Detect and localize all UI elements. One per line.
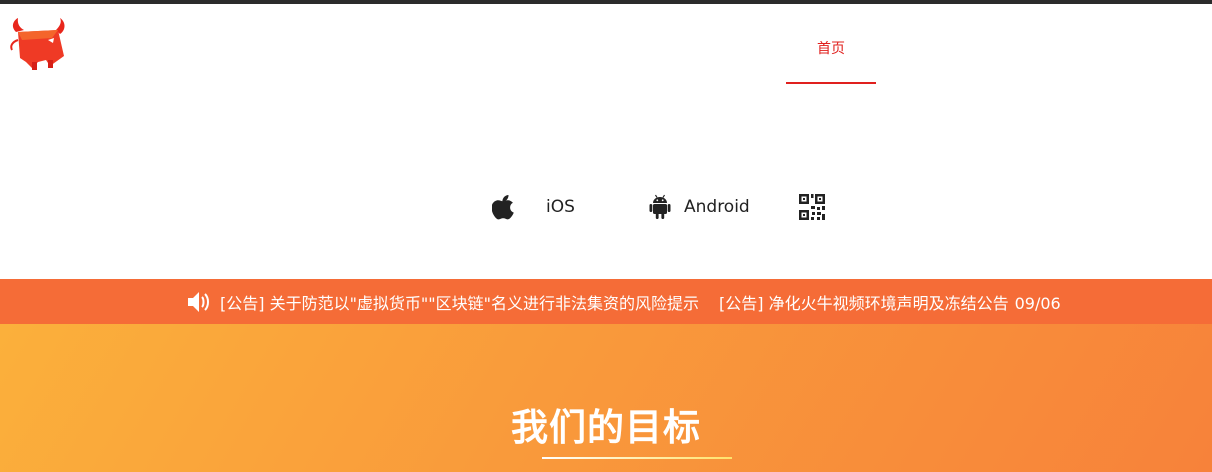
announcement-bar: [公告] 关于防范以"虚拟货币""区块链"名义进行非法集资的风险提示 [公告] … (0, 279, 1212, 324)
announcement-text: [公告] 净化火牛视频环境声明及冻结公告 (719, 293, 1009, 313)
nav-item-home[interactable]: 首页 (786, 4, 876, 84)
announcement-link[interactable]: [公告] 净化火牛视频环境声明及冻结公告 09/06 (719, 290, 1061, 314)
section-title: 我们的目标 (511, 406, 701, 449)
top-border (0, 0, 1212, 4)
ios-label: iOS (546, 197, 575, 217)
title-underline (542, 457, 732, 459)
nav-active-underline (786, 82, 876, 84)
goals-section: 我们的目标 (0, 324, 1212, 472)
announcement-link[interactable]: [公告] 关于防范以"虚拟货币""区块链"名义进行非法集资的风险提示 (220, 290, 699, 314)
android-label: Android (684, 197, 750, 217)
ios-download-button[interactable]: iOS (490, 190, 575, 224)
qr-code-button[interactable] (798, 190, 826, 224)
announcement-text: [公告] 关于防范以"虚拟货币""区块链"名义进行非法集资的风险提示 (220, 293, 700, 313)
nav-item-home-label: 首页 (817, 41, 845, 57)
qr-code-icon (798, 193, 826, 221)
android-download-button[interactable]: Android (646, 190, 750, 224)
announcement-date: 09/06 (1014, 293, 1061, 313)
android-icon (646, 193, 674, 221)
brand-logo[interactable] (8, 16, 66, 72)
speaker-icon (186, 290, 212, 314)
red-bull-mascot-logo-icon (10, 18, 65, 70)
apple-icon (490, 193, 518, 221)
